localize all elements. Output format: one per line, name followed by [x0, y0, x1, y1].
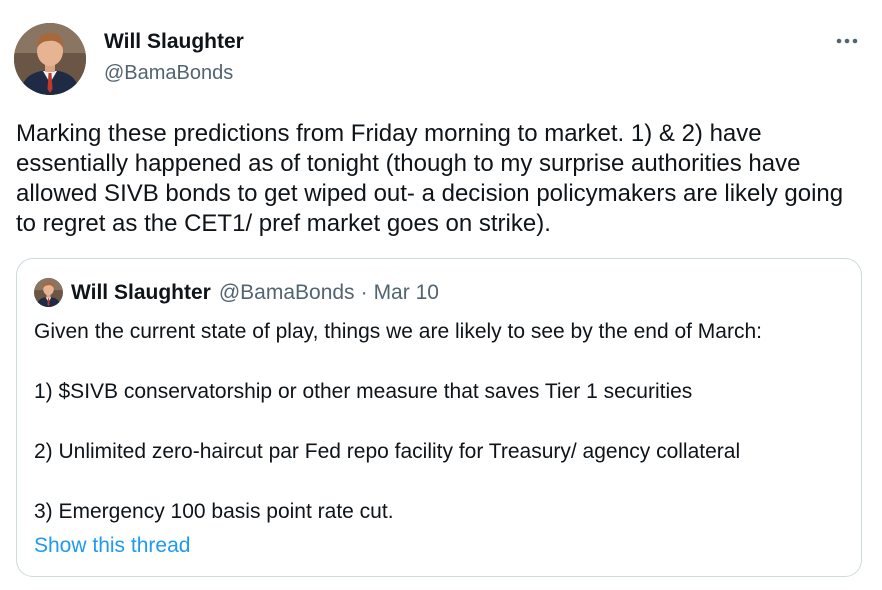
separator-dot: ·	[360, 280, 368, 304]
more-options-button[interactable]	[834, 28, 860, 54]
quoted-tweet-text: Given the current state of play, things …	[34, 320, 762, 523]
author-display-name[interactable]: Will Slaughter	[104, 30, 244, 54]
show-thread-link[interactable]: Show this thread	[34, 531, 190, 561]
quoted-author-display-name: Will Slaughter	[71, 280, 211, 304]
author-info: Will Slaughter @BamaBonds	[104, 30, 244, 85]
quoted-tweet[interactable]: Will Slaughter @BamaBonds · Mar 10 Given…	[16, 258, 862, 577]
profile-photo-icon	[34, 278, 63, 307]
profile-photo-icon	[14, 23, 86, 95]
quoted-avatar[interactable]	[34, 278, 63, 307]
quoted-tweet-date[interactable]: Mar 10	[374, 281, 439, 305]
avatar[interactable]	[14, 23, 86, 95]
quoted-tweet-header: Will Slaughter @BamaBonds · Mar 10	[34, 278, 439, 307]
tweet: Will Slaughter @BamaBonds Marking these …	[0, 0, 882, 590]
quoted-author-handle: @BamaBonds	[218, 280, 355, 304]
author-handle[interactable]: @BamaBonds	[104, 61, 244, 85]
more-horizontal-icon	[836, 38, 858, 44]
tweet-text: Marking these predictions from Friday mo…	[16, 120, 850, 237]
